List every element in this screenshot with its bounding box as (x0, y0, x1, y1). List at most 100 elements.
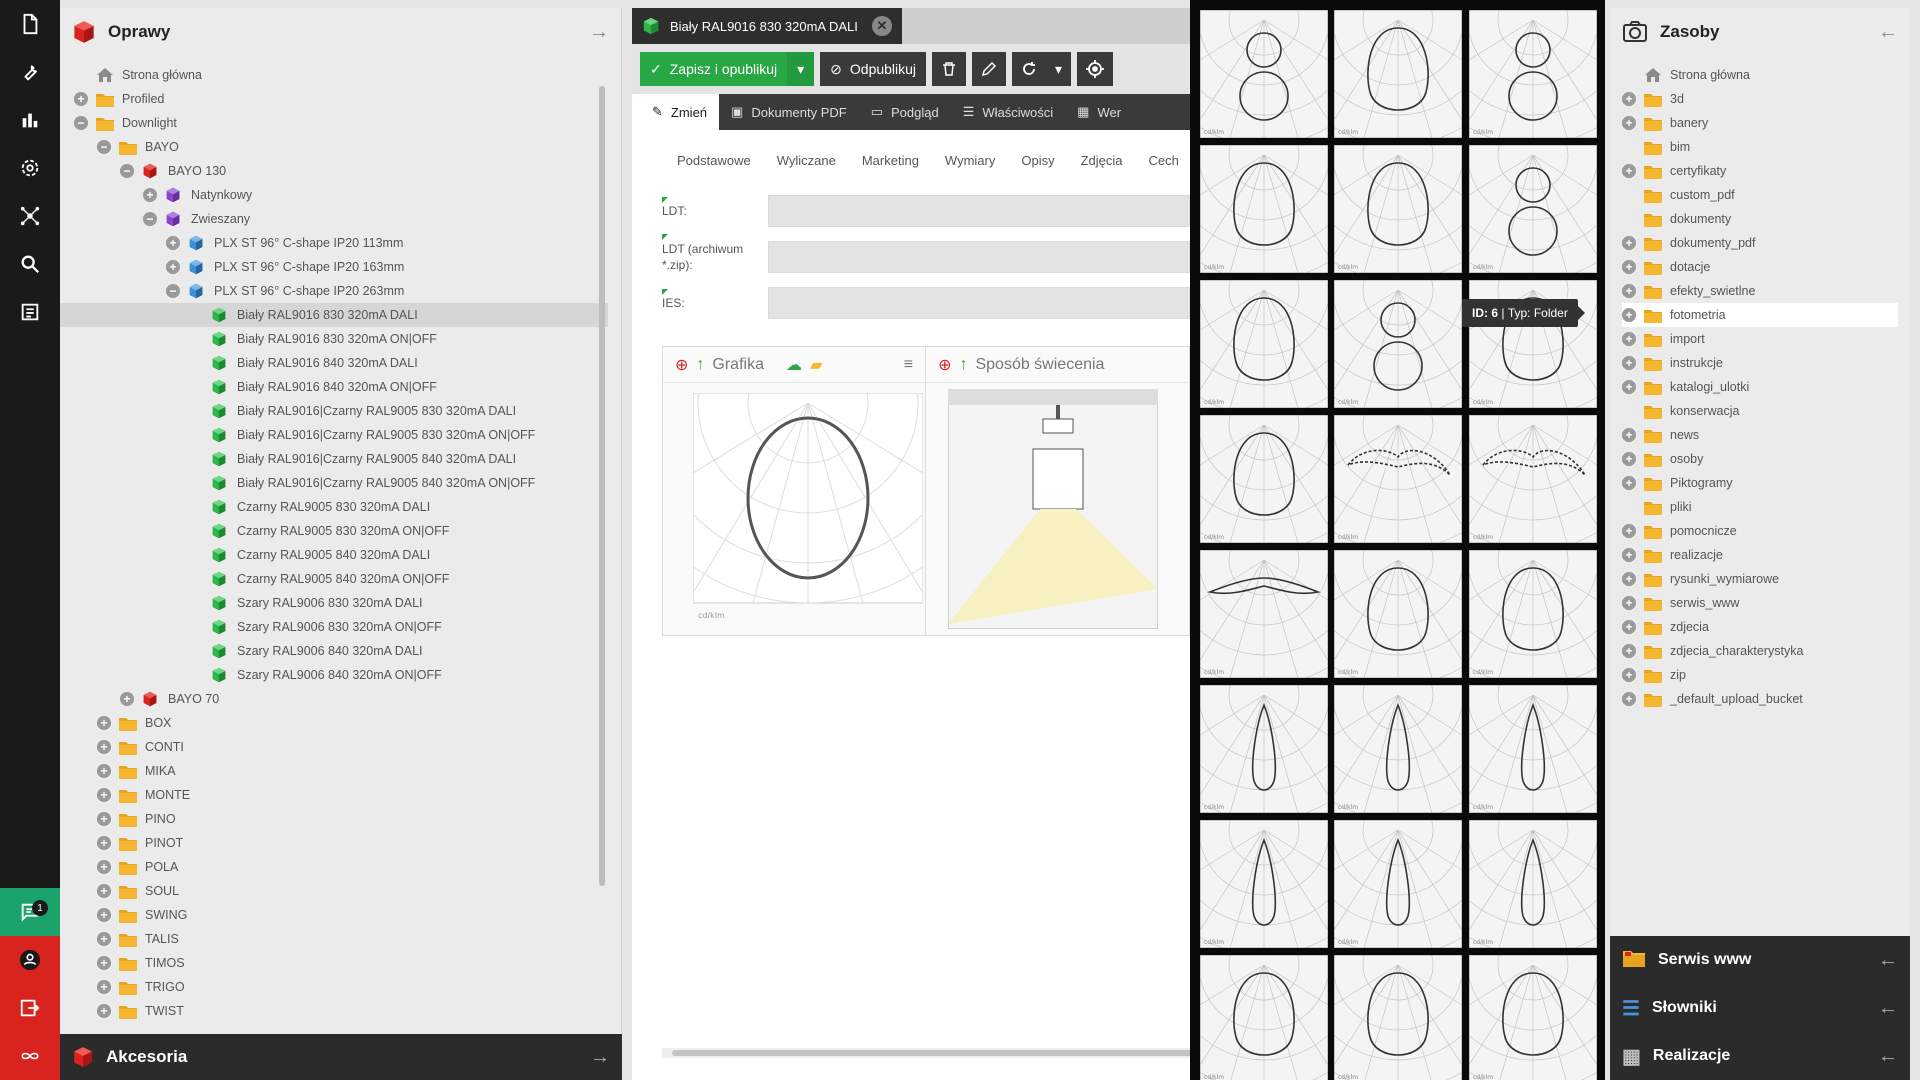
tree-node[interactable]: + SWING (60, 903, 608, 927)
assets-node[interactable]: + realizacje (1622, 543, 1898, 567)
photometry-thumbnail[interactable]: cd/klm (1200, 820, 1328, 948)
tree-node[interactable]: Strona główna (60, 63, 608, 87)
ldt-field[interactable] (768, 195, 1190, 227)
tree-node[interactable]: Czarny RAL9005 830 320mA DALI (60, 495, 608, 519)
expand-icon[interactable]: + (120, 692, 134, 706)
accessories-bar[interactable]: Akcesoria → (60, 1034, 622, 1080)
expand-icon[interactable]: + (97, 908, 111, 922)
assets-node[interactable]: + osoby (1622, 447, 1898, 471)
subtab-calculated[interactable]: Wyliczane (777, 153, 836, 168)
assets-node[interactable]: + efekty_swietlne (1622, 279, 1898, 303)
expand-icon[interactable]: + (1622, 476, 1636, 490)
expand-icon[interactable]: + (1622, 260, 1636, 274)
expand-icon[interactable]: + (1622, 452, 1636, 466)
subtab-photos[interactable]: Zdjęcia (1081, 153, 1123, 168)
tree-node[interactable]: + TRIGO (60, 975, 608, 999)
more-dropdown-button[interactable]: ▾ (1046, 52, 1072, 86)
collapse-icon[interactable]: − (143, 212, 157, 226)
tree-node[interactable]: Biały RAL9016 840 320mA DALI (60, 351, 608, 375)
photometry-thumbnail[interactable]: cd/klm (1334, 820, 1462, 948)
assets-node[interactable]: + news (1622, 423, 1898, 447)
tree-node[interactable]: + PLX ST 96° C-shape IP20 163mm (60, 255, 608, 279)
photometry-thumbnail[interactable]: cd/klm (1200, 685, 1328, 813)
tree-node[interactable]: + BAYO 70 (60, 687, 608, 711)
expand-icon[interactable]: + (1622, 116, 1636, 130)
expand-icon[interactable]: + (1622, 380, 1636, 394)
subtab-descriptions[interactable]: Opisy (1021, 153, 1054, 168)
photometry-thumbnail[interactable]: cd/klm (1334, 145, 1462, 273)
document-icon[interactable] (0, 0, 60, 48)
locate-button[interactable] (1077, 52, 1114, 86)
expand-icon[interactable]: + (97, 740, 111, 754)
assets-node[interactable]: + certyfikaty (1622, 159, 1898, 183)
logout-button[interactable] (0, 984, 60, 1032)
assets-node[interactable]: + pomocnicze (1622, 519, 1898, 543)
assets-node[interactable]: + dokumenty_pdf (1622, 231, 1898, 255)
photometry-thumbnail[interactable]: cd/klm (1334, 685, 1462, 813)
tree-node[interactable]: + TIMOS (60, 951, 608, 975)
wrench-icon[interactable] (0, 48, 60, 96)
photometry-thumbnail[interactable]: cd/klm (1469, 550, 1597, 678)
photometry-thumbnail[interactable]: cd/klm (1469, 955, 1597, 1080)
tree-node[interactable]: Biały RAL9016 840 320mA ON|OFF (60, 375, 608, 399)
assets-node[interactable]: + rysunki_wymiarowe (1622, 567, 1898, 591)
ies-field[interactable] (768, 287, 1190, 319)
tree-node[interactable]: + Profiled (60, 87, 608, 111)
assets-node[interactable]: + fotometria (1622, 303, 1898, 327)
expand-icon[interactable]: + (143, 188, 157, 202)
chat-button[interactable]: 1 (0, 888, 60, 936)
tree-node[interactable]: + POLA (60, 855, 608, 879)
assets-node[interactable]: +3d (1622, 87, 1898, 111)
tab-pdf-documents[interactable]: ▣ Dokumenty PDF (719, 94, 859, 130)
expand-icon[interactable]: + (97, 1004, 111, 1018)
save-publish-button[interactable]: ✓ Zapisz i opublikuj (640, 52, 788, 86)
list-icon[interactable] (0, 288, 60, 336)
subtab-basic[interactable]: Podstawowe (677, 153, 751, 168)
upload-arrow-icon[interactable]: ↑ (696, 356, 704, 374)
bar-chart-icon[interactable] (0, 96, 60, 144)
cloud-upload-icon[interactable]: ☁ (786, 355, 802, 375)
tab-properties[interactable]: ☰ Właściwości (951, 94, 1065, 130)
photometry-thumbnail[interactable]: cd/klm (1469, 820, 1597, 948)
photometry-thumbnail[interactable]: cd/klm (1200, 145, 1328, 273)
ldt-zip-field[interactable] (768, 241, 1190, 273)
tree-node[interactable]: − Zwieszany (60, 207, 608, 231)
tree-node[interactable]: − BAYO (60, 135, 608, 159)
assets-node[interactable]: + banery (1622, 111, 1898, 135)
tree-node[interactable]: + BOX (60, 711, 608, 735)
subtab-dimensions[interactable]: Wymiary (945, 153, 995, 168)
expand-icon[interactable]: + (97, 932, 111, 946)
tree-node[interactable]: + PINOT (60, 831, 608, 855)
assets-node[interactable]: + instrukcje (1622, 351, 1898, 375)
tree-node[interactable]: Szary RAL9006 830 320mA ON|OFF (60, 615, 608, 639)
assets-node[interactable]: + zdjecia (1622, 615, 1898, 639)
photometry-thumbnail[interactable]: cd/klm (1469, 10, 1597, 138)
assets-node[interactable]: dokumenty (1622, 207, 1898, 231)
edit-button[interactable] (972, 52, 1007, 86)
expand-icon[interactable]: + (97, 812, 111, 826)
tree-node[interactable]: + PINO (60, 807, 608, 831)
photometry-thumbnail[interactable]: cd/klm (1334, 955, 1462, 1080)
tree-node[interactable]: + SOUL (60, 879, 608, 903)
tree-node[interactable]: + TALIS (60, 927, 608, 951)
photometry-thumbnail[interactable]: cd/klm (1334, 280, 1462, 408)
expand-icon[interactable]: + (97, 836, 111, 850)
document-tab[interactable]: Biały RAL9016 830 320mA DALI ✕ (632, 8, 902, 44)
tree-node[interactable]: Biały RAL9016|Czarny RAL9005 840 320mA D… (60, 447, 608, 471)
expand-icon[interactable]: + (166, 260, 180, 274)
tab-versions[interactable]: ▦ Wer (1065, 94, 1133, 130)
tree-node[interactable]: Biały RAL9016|Czarny RAL9005 840 320mA O… (60, 471, 608, 495)
collapse-icon[interactable]: − (74, 116, 88, 130)
collapse-arrow-icon[interactable]: → (589, 21, 609, 44)
tree-scrollbar[interactable] (597, 68, 607, 1028)
subtab-features[interactable]: Cech (1149, 153, 1179, 168)
expand-icon[interactable]: + (1622, 548, 1636, 562)
photometry-thumbnail[interactable]: cd/klm (1334, 550, 1462, 678)
expand-arrow-icon[interactable]: ← (1878, 1045, 1898, 1068)
expand-icon[interactable]: + (1622, 428, 1636, 442)
realizacje-bar[interactable]: ▦ Realizacje ← (1610, 1032, 1910, 1080)
tree-node[interactable]: Biały RAL9016|Czarny RAL9005 830 320mA D… (60, 399, 608, 423)
tree-node[interactable]: − Downlight (60, 111, 608, 135)
expand-icon[interactable]: + (97, 860, 111, 874)
tree-node[interactable]: Szary RAL9006 840 320mA DALI (60, 639, 608, 663)
